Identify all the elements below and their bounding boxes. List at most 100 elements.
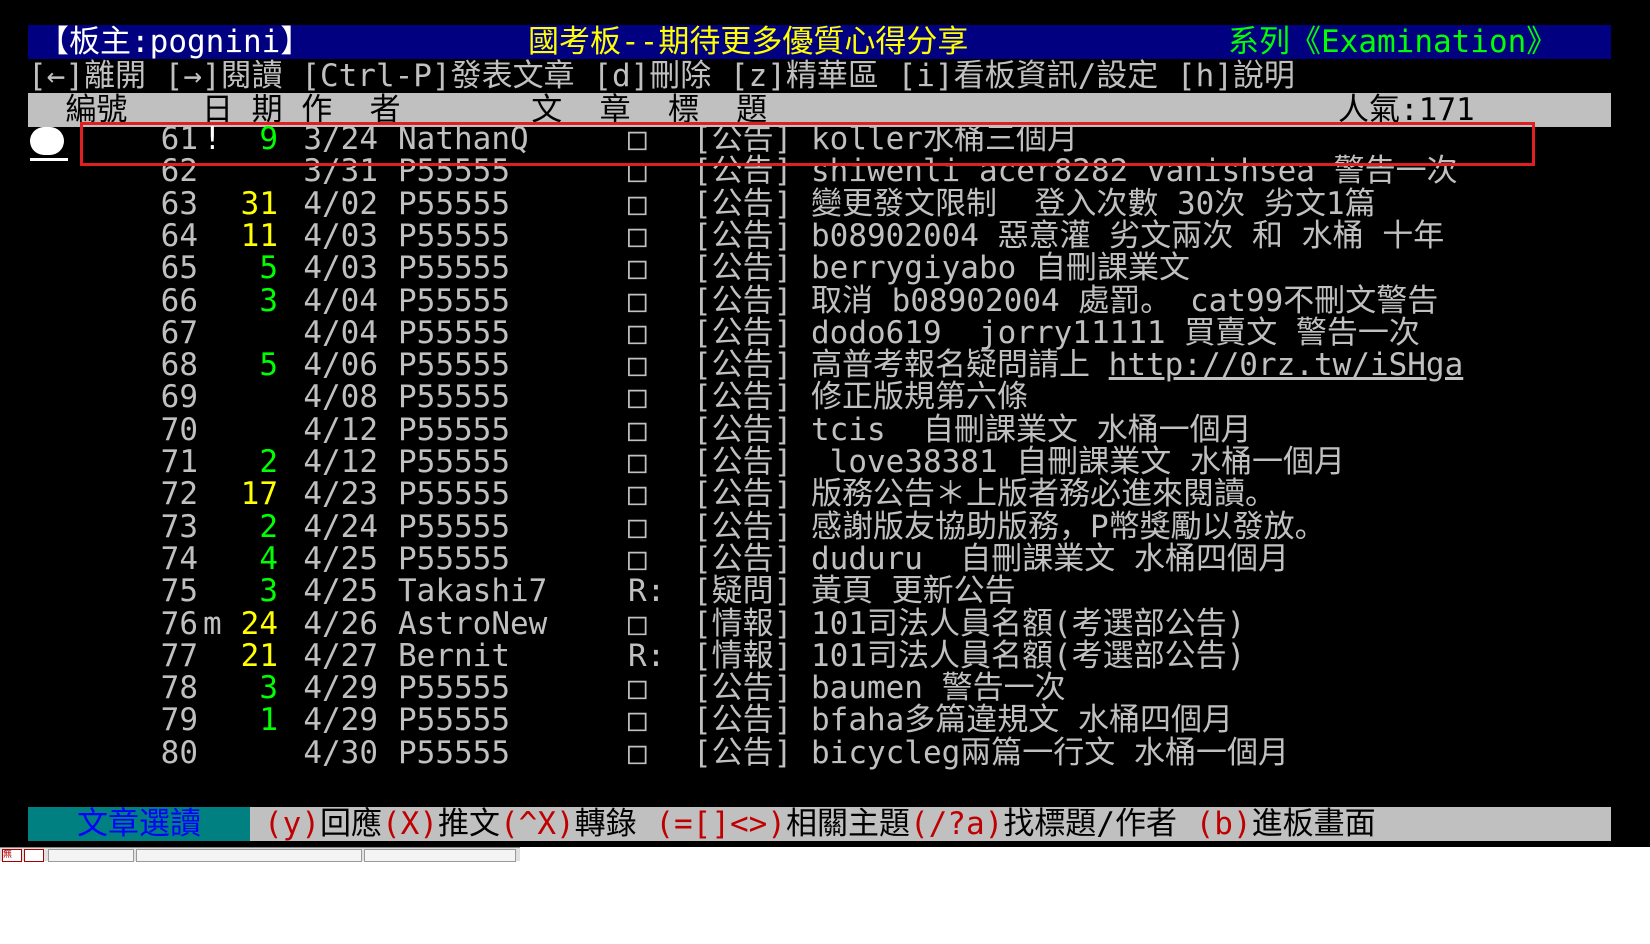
article-date: 4/12 — [303, 411, 378, 448]
article-row[interactable]: 65 5 4/03 P55555 □ [公告] berrygiyabo 自刪課業文 — [28, 251, 1611, 285]
article-title: [公告] 變更發文限制 登入次數 30次 劣文1篇 — [693, 185, 1376, 222]
article-link[interactable]: http://0rz.tw/iSHga — [1109, 347, 1464, 383]
taskbar-button[interactable] — [364, 849, 516, 862]
article-row[interactable]: 63 31 4/02 P55555 □ [公告] 變更發文限制 登入次數 30次 劣文1篇 — [28, 187, 1611, 221]
article-author: P55555 — [398, 250, 510, 287]
article-row[interactable]: 71 2 4/12 P55555 □ [公告] love38381 自刪課業文 水桶一個月 — [28, 445, 1611, 479]
article-title-wrap: [公告] 高普考報名疑問請上 http://0rz.tw/iSHga — [693, 348, 1463, 382]
article-title: [公告] tcis 自刪課業文 水桶一個月 — [693, 411, 1252, 448]
article-title: [公告] 高普考報名疑問請上 — [693, 347, 1109, 384]
article-date: 4/04 — [303, 314, 378, 351]
recommend-count: 21 — [240, 637, 278, 674]
article-number: 66 — [160, 282, 198, 319]
article-row[interactable]: 67 4/04 P55555 □ [公告] dodo619 jorry11111 買賣文… — [28, 316, 1611, 350]
article-author: P55555 — [398, 411, 510, 448]
article-row[interactable]: 70 4/12 P55555 □ [公告] tcis 自刪課業文 水桶一個月 — [28, 413, 1611, 447]
recommend-count: 5 — [259, 347, 278, 384]
article-number: 68 — [160, 347, 198, 384]
article-state: □ — [628, 540, 647, 577]
hint-key: (b) — [1195, 806, 1252, 842]
article-author: P55555 — [398, 476, 510, 513]
article-number: 75 — [160, 573, 198, 610]
article-row[interactable]: 68 5 4/06 P55555 □ [公告] 高普考報名疑問請上 http://0rz.… — [28, 348, 1611, 382]
article-title: [公告] berrygiyabo 自刪課業文 — [693, 250, 1190, 287]
article-state: R: — [628, 573, 666, 610]
article-date: 4/29 — [303, 702, 378, 739]
article-title: [情報] 101司法人員名額(考選部公告) — [693, 637, 1246, 674]
highlight-box — [80, 122, 1535, 166]
board-title: 國考板--期待更多優質心得分享 — [528, 24, 969, 60]
article-author: P55555 — [398, 508, 510, 545]
recommend-count: 11 — [240, 217, 278, 254]
cursor-underline — [30, 158, 68, 161]
taskbar-button[interactable] — [48, 849, 134, 862]
article-row[interactable]: 79 1 4/29 P55555 □ [公告] bfaha多篇違規文 水桶四個月 — [28, 703, 1611, 737]
article-number: 79 — [160, 702, 198, 739]
article-title: [公告] b08902004 惡意灌 劣文兩次 和 水桶 十年 — [693, 217, 1445, 254]
recommend-count: 5 — [259, 250, 278, 287]
article-row[interactable]: 80 4/30 P55555 □ [公告] bicycleg兩篇一行文 水桶一個月 — [28, 736, 1611, 770]
article-row[interactable]: 76 m 24 4/26 AstroNew □ [情報] 101司法人員名額(考選部公告) — [28, 607, 1611, 641]
article-title: [公告] duduru 自刪課業文 水桶四個月 — [693, 540, 1289, 577]
article-state: □ — [628, 314, 647, 351]
hint-text: 相關主題 — [785, 806, 910, 842]
article-row[interactable]: 66 3 4/04 P55555 □ [公告] 取消 b08902004 處罰。 cat9… — [28, 284, 1611, 318]
article-row[interactable]: 64 11 4/03 P55555 □ [公告] b08902004 惡意灌 劣文兩次 和… — [28, 219, 1611, 253]
hint-key: (^X) — [500, 806, 575, 842]
article-row[interactable]: 77 21 4/27 Bernit R: [情報] 101司法人員名額(考選部公告) — [28, 639, 1611, 673]
article-date: 4/30 — [303, 734, 378, 771]
article-state: □ — [628, 702, 647, 739]
article-date: 4/06 — [303, 347, 378, 384]
article-row[interactable]: 72 17 4/23 P55555 □ [公告] 版務公告＊上版者務必進來閱讀。 — [28, 477, 1611, 511]
recommend-count: 4 — [259, 540, 278, 577]
article-date: 4/29 — [303, 670, 378, 707]
hint-text: 找標題/作者 — [1003, 806, 1196, 842]
article-title: [公告] baumen 警告一次 — [693, 670, 1066, 707]
article-author: P55555 — [398, 444, 510, 480]
article-number: 78 — [160, 670, 198, 707]
hint-key: (/?a) — [909, 806, 1004, 842]
article-number: 73 — [160, 508, 198, 545]
selection-cursor-icon — [30, 127, 64, 155]
article-date: 4/25 — [303, 540, 378, 577]
article-title: [公告] 版務公告＊上版者務必進來閱讀。 — [693, 476, 1276, 513]
recommend-count: 1 — [259, 702, 278, 739]
terminal-screen: 【板主:pognini】 國考板--期待更多優質心得分享 系列《Examinat… — [0, 0, 1650, 847]
article-state: R: — [628, 637, 666, 674]
article-row[interactable]: 75 3 4/25 Takashi7 R: [疑問] 黃頁 更新公告 — [28, 574, 1611, 608]
article-author: P55555 — [398, 217, 510, 254]
recommend-count: 17 — [240, 476, 278, 513]
article-author: P55555 — [398, 702, 510, 739]
article-row[interactable]: 74 4 4/25 P55555 □ [公告] duduru 自刪課業文 水桶四個月 — [28, 542, 1611, 576]
article-row[interactable]: 78 3 4/29 P55555 □ [公告] baumen 警告一次 — [28, 671, 1611, 705]
recommend-count: 3 — [259, 282, 278, 319]
article-title: [情報] 101司法人員名額(考選部公告) — [693, 605, 1246, 642]
article-state: □ — [628, 605, 647, 642]
article-number: 67 — [160, 314, 198, 351]
article-author: P55555 — [398, 347, 510, 384]
article-row[interactable]: 73 2 4/24 P55555 □ [公告] 感謝版友協助版務，P幣獎勵以發放。 — [28, 510, 1611, 544]
article-date: 4/27 — [303, 637, 378, 674]
article-state: □ — [628, 217, 647, 254]
article-title: [疑問] 黃頁 更新公告 — [693, 573, 1016, 610]
article-title: [公告] 修正版規第六條 — [693, 379, 1028, 416]
article-author: AstroNew — [398, 605, 548, 642]
article-author: Takashi7 — [398, 573, 548, 610]
status-bar: 文章選讀 (y)回應(X)推文(^X)轉錄 (=[]<>)相關主題(/?a)找標… — [28, 807, 1611, 841]
article-title: [公告] bfaha多篇違規文 水桶四個月 — [693, 702, 1233, 739]
ime-mode-icon[interactable] — [24, 849, 44, 862]
article-title: [公告] love38381 自刪課業文 水桶一個月 — [693, 444, 1345, 480]
article-author: P55555 — [398, 314, 510, 351]
ime-icon[interactable]: 無 — [2, 849, 22, 862]
article-date: 4/03 — [303, 217, 378, 254]
article-number: 63 — [160, 185, 198, 222]
board-master: 【板主:pognini】 — [38, 24, 312, 60]
taskbar-button[interactable] — [136, 849, 362, 862]
article-state: □ — [628, 411, 647, 448]
article-date: 4/25 — [303, 573, 378, 610]
article-state: □ — [628, 476, 647, 513]
article-number: 64 — [160, 217, 198, 254]
article-row[interactable]: 69 4/08 P55555 □ [公告] 修正版規第六條 — [28, 380, 1611, 414]
article-number: 77 — [160, 637, 198, 674]
key-hints: (y)回應(X)推文(^X)轉錄 (=[]<>)相關主題(/?a)找標題/作者 … — [264, 807, 1376, 841]
